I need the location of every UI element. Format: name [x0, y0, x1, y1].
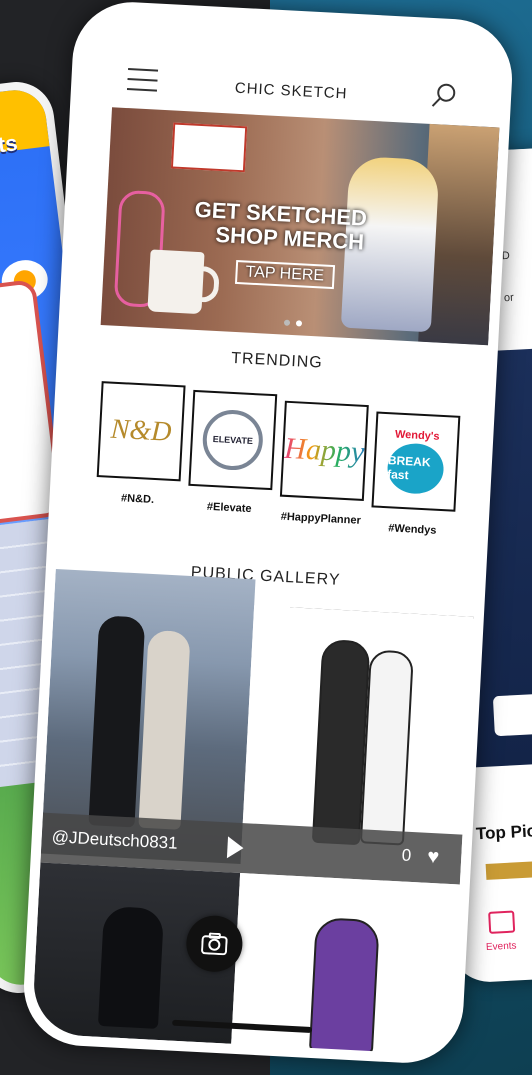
store-sign [170, 122, 248, 173]
trending-item-wendys[interactable]: Wendy's BREAK fast #Wendys [370, 411, 461, 538]
trending-label: #Elevate [206, 500, 252, 516]
wendys-wordmark: Wendy's [394, 428, 440, 443]
game-points: 12pts [0, 130, 19, 162]
app-header: CHIC SKETCH [80, 10, 504, 124]
trending-logo-box[interactable]: Happy [279, 400, 369, 501]
trending-item-elevate[interactable]: ELEVATE #Elevate [187, 389, 278, 516]
trending-logo-box[interactable]: N&D [96, 381, 186, 482]
carousel-dot[interactable] [283, 319, 291, 326]
events-nav-icon[interactable] [488, 910, 516, 934]
public-gallery[interactable]: @JDeutsch0831 0 ♥ [31, 568, 475, 1056]
main-phone-mockup: CHIC SKETCH GET SKETCHED SHOP MERCH TAP … [20, 0, 516, 1066]
carousel-dots[interactable] [281, 312, 306, 331]
gallery-username[interactable]: @JDeutsch0831 [51, 827, 178, 854]
mug-image [147, 249, 205, 315]
happy-logo: Happy [283, 431, 366, 469]
play-icon[interactable] [226, 836, 245, 860]
tap-here-button[interactable]: TAP HERE [234, 259, 335, 290]
trending-label: #Wendys [388, 522, 437, 537]
photo-goalkeeper [97, 905, 165, 1029]
sketch-person-2 [359, 649, 414, 846]
wendys-logo: Wendy's BREAK fast [386, 428, 445, 496]
events-nav-label[interactable]: Events [486, 940, 517, 953]
trending-logo-box[interactable]: Wendy's BREAK fast [371, 411, 461, 512]
nd-logo: N&D [110, 413, 173, 448]
banner-headline: GET SKETCHED SHOP MERCH [193, 197, 367, 255]
camera-icon [201, 932, 228, 956]
trending-label: #HappyPlanner [280, 510, 362, 527]
sketch-goalkeeper [308, 917, 380, 1055]
photo-person-2 [138, 629, 191, 830]
carousel-dot-active[interactable] [295, 320, 303, 327]
events-hero-button[interactable]: G [492, 691, 532, 737]
search-icon[interactable] [430, 82, 457, 109]
trending-label: #N&D. [120, 492, 155, 506]
top-picks-strip [485, 857, 532, 880]
elevate-logo: ELEVATE [201, 408, 265, 472]
app-screen: CHIC SKETCH GET SKETCHED SHOP MERCH TAP … [31, 9, 505, 1056]
like-count: 0 [401, 845, 412, 865]
top-picks-heading: Top Pic [475, 821, 532, 844]
trending-item-happyplanner[interactable]: Happy #HappyPlanner [279, 400, 369, 527]
trending-row[interactable]: N&D #N&D. ELEVATE #Elevate Happy #HappyP… [74, 370, 486, 551]
breakfast-badge: BREAK fast [386, 442, 445, 496]
photo-person-1 [88, 615, 146, 828]
heart-icon[interactable]: ♥ [427, 846, 440, 869]
banner-line-2: SHOP MERCH [214, 221, 365, 255]
events-text-2: or [503, 291, 515, 305]
trending-item-nd[interactable]: N&D #N&D. [95, 381, 186, 507]
trending-logo-box[interactable]: ELEVATE [188, 389, 278, 491]
promo-banner[interactable]: GET SKETCHED SHOP MERCH TAP HERE [100, 107, 500, 346]
